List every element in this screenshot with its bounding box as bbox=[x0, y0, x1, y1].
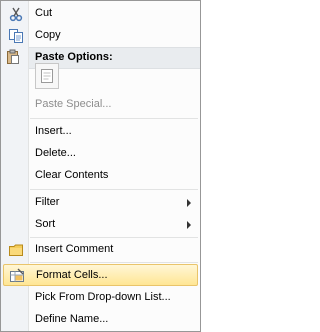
clipboard-icon bbox=[5, 49, 21, 65]
copy-icon bbox=[8, 28, 24, 44]
menu-item-paste-special[interactable]: Paste Special... bbox=[3, 94, 198, 116]
separator bbox=[30, 118, 198, 119]
scissors-icon bbox=[8, 6, 24, 22]
menu-item-label: Sort bbox=[35, 218, 56, 230]
menu-item-insert-comment[interactable]: Insert Comment bbox=[3, 239, 198, 261]
menu-item-label: Pick From Drop-down List... bbox=[35, 291, 171, 303]
section-label: Paste Options: bbox=[35, 51, 113, 63]
separator bbox=[30, 237, 198, 238]
menu-item-label: Filter bbox=[35, 196, 60, 208]
paste-values-button[interactable] bbox=[35, 63, 59, 89]
menu-item-label: Insert Comment bbox=[35, 243, 114, 255]
menu-item-clear-contents[interactable]: Clear Contents bbox=[3, 165, 198, 187]
menu-item-insert[interactable]: Insert... bbox=[3, 121, 198, 143]
menu-item-label: Paste Special... bbox=[35, 98, 112, 110]
menu-item-label: Copy bbox=[35, 29, 61, 41]
menu-item-delete[interactable]: Delete... bbox=[3, 143, 198, 165]
separator bbox=[30, 189, 198, 190]
menu-item-sort[interactable]: Sort bbox=[3, 214, 198, 236]
menu-item-copy[interactable]: Copy bbox=[3, 25, 198, 47]
menu-item-label: Delete... bbox=[35, 147, 76, 159]
submenu-arrow-icon bbox=[187, 221, 191, 229]
menu-item-label: Clear Contents bbox=[35, 169, 109, 181]
menu-item-label: Insert... bbox=[35, 125, 72, 137]
menu-item-cut[interactable]: Cut bbox=[3, 3, 198, 25]
format-cells-icon bbox=[9, 268, 25, 284]
paste-values-icon bbox=[39, 68, 55, 84]
menu-item-label: Format Cells... bbox=[36, 269, 108, 281]
menu-item-format-cells[interactable]: Format Cells... bbox=[3, 264, 198, 286]
context-menu: Cut Copy Paste Options: Paste Special...… bbox=[0, 0, 201, 332]
menu-item-pick-from-dropdown[interactable]: Pick From Drop-down List... bbox=[3, 287, 198, 309]
menu-item-label: Cut bbox=[35, 7, 53, 19]
menu-item-filter[interactable]: Filter bbox=[3, 192, 198, 214]
comment-icon bbox=[8, 242, 24, 258]
separator bbox=[30, 262, 198, 263]
menu-item-label: Define Name... bbox=[35, 313, 109, 325]
submenu-arrow-icon bbox=[187, 199, 191, 207]
menu-item-define-name[interactable]: Define Name... bbox=[3, 309, 198, 331]
